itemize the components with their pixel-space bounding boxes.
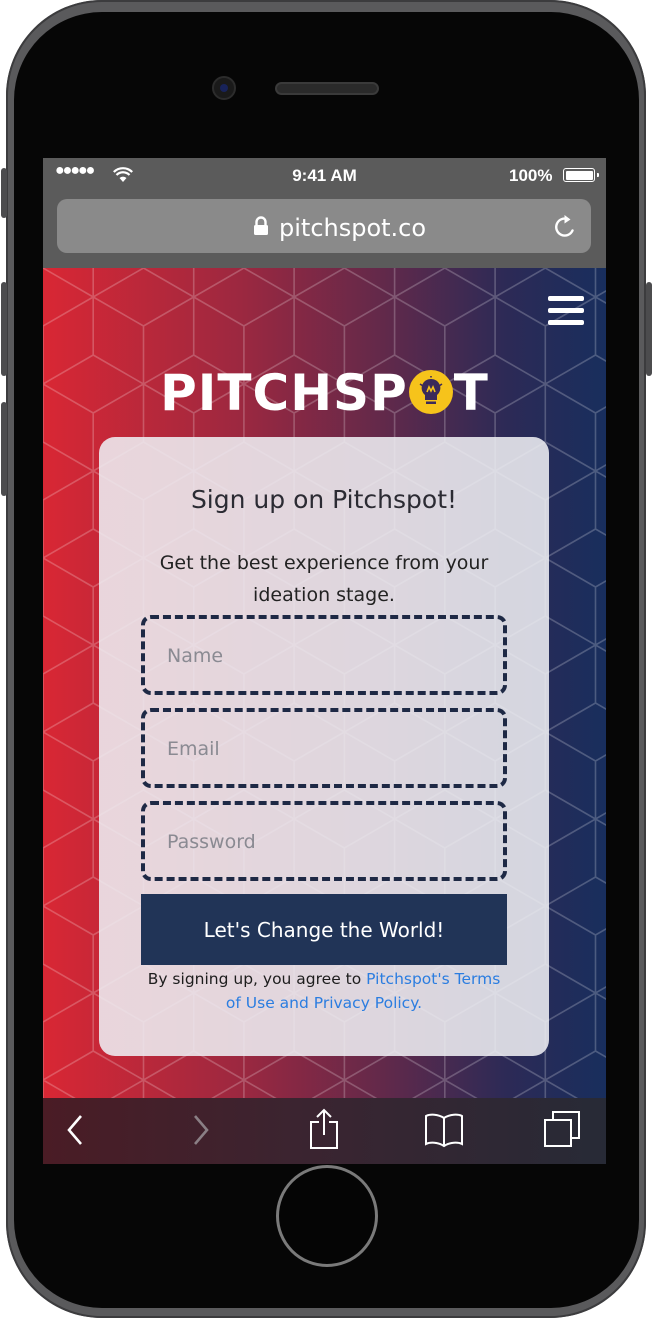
power-button	[646, 282, 652, 376]
signup-card: Sign up on Pitchspot! Get the best exper…	[99, 437, 549, 1056]
signup-submit-button[interactable]: Let's Change the World!	[141, 894, 507, 965]
lightbulb-icon	[419, 376, 443, 404]
mute-switch	[1, 168, 7, 218]
signup-subtitle: Get the best experience from your ideati…	[159, 552, 489, 606]
logo-text-left: PITCHSP	[160, 364, 408, 422]
signup-title: Sign up on Pitchspot!	[190, 485, 458, 514]
email-input[interactable]	[165, 730, 479, 768]
legal-notice: By signing up, you agree to Pitchspot's …	[139, 967, 509, 1015]
email-field	[141, 708, 507, 788]
hamburger-menu-icon[interactable]	[548, 296, 584, 326]
share-icon[interactable]	[309, 1108, 339, 1150]
browser-address-area: pitchspot.co	[43, 192, 606, 268]
logo-bulb-o	[408, 370, 453, 414]
logo-wordmark: PITCHSP T	[160, 364, 489, 422]
earpiece-speaker	[275, 82, 379, 95]
bookmarks-icon[interactable]	[424, 1112, 464, 1148]
lock-icon	[254, 216, 268, 235]
url-text[interactable]: pitchspot.co	[279, 214, 426, 242]
password-field	[141, 801, 507, 881]
name-input[interactable]	[165, 637, 479, 675]
front-camera	[212, 76, 236, 100]
home-button[interactable]	[276, 1165, 378, 1267]
browser-toolbar	[43, 1098, 606, 1164]
battery-percentage: 100%	[509, 166, 553, 185]
tabs-icon[interactable]	[543, 1110, 581, 1148]
legal-prefix: By signing up, you agree to	[147, 970, 367, 988]
forward-icon[interactable]	[191, 1112, 211, 1148]
pitchspot-logo: PITCHSP T	[43, 364, 606, 422]
web-page: PITCHSP T Sign up on Pitchspot! Get the b…	[43, 268, 606, 1098]
name-field	[141, 615, 507, 695]
reload-icon[interactable]	[551, 213, 579, 241]
volume-up-button	[1, 282, 7, 376]
password-input[interactable]	[165, 823, 479, 861]
volume-down-button	[1, 402, 7, 496]
battery-icon	[563, 168, 599, 182]
status-bar: ●●●●● 9:41 AM 100%	[43, 158, 606, 192]
address-bar[interactable]: pitchspot.co	[57, 199, 591, 253]
logo-text-right: T	[453, 364, 489, 422]
back-icon[interactable]	[65, 1112, 85, 1148]
phone-screen: ●●●●● 9:41 AM 100% pitchspot.co PITCHSP …	[43, 158, 606, 1164]
